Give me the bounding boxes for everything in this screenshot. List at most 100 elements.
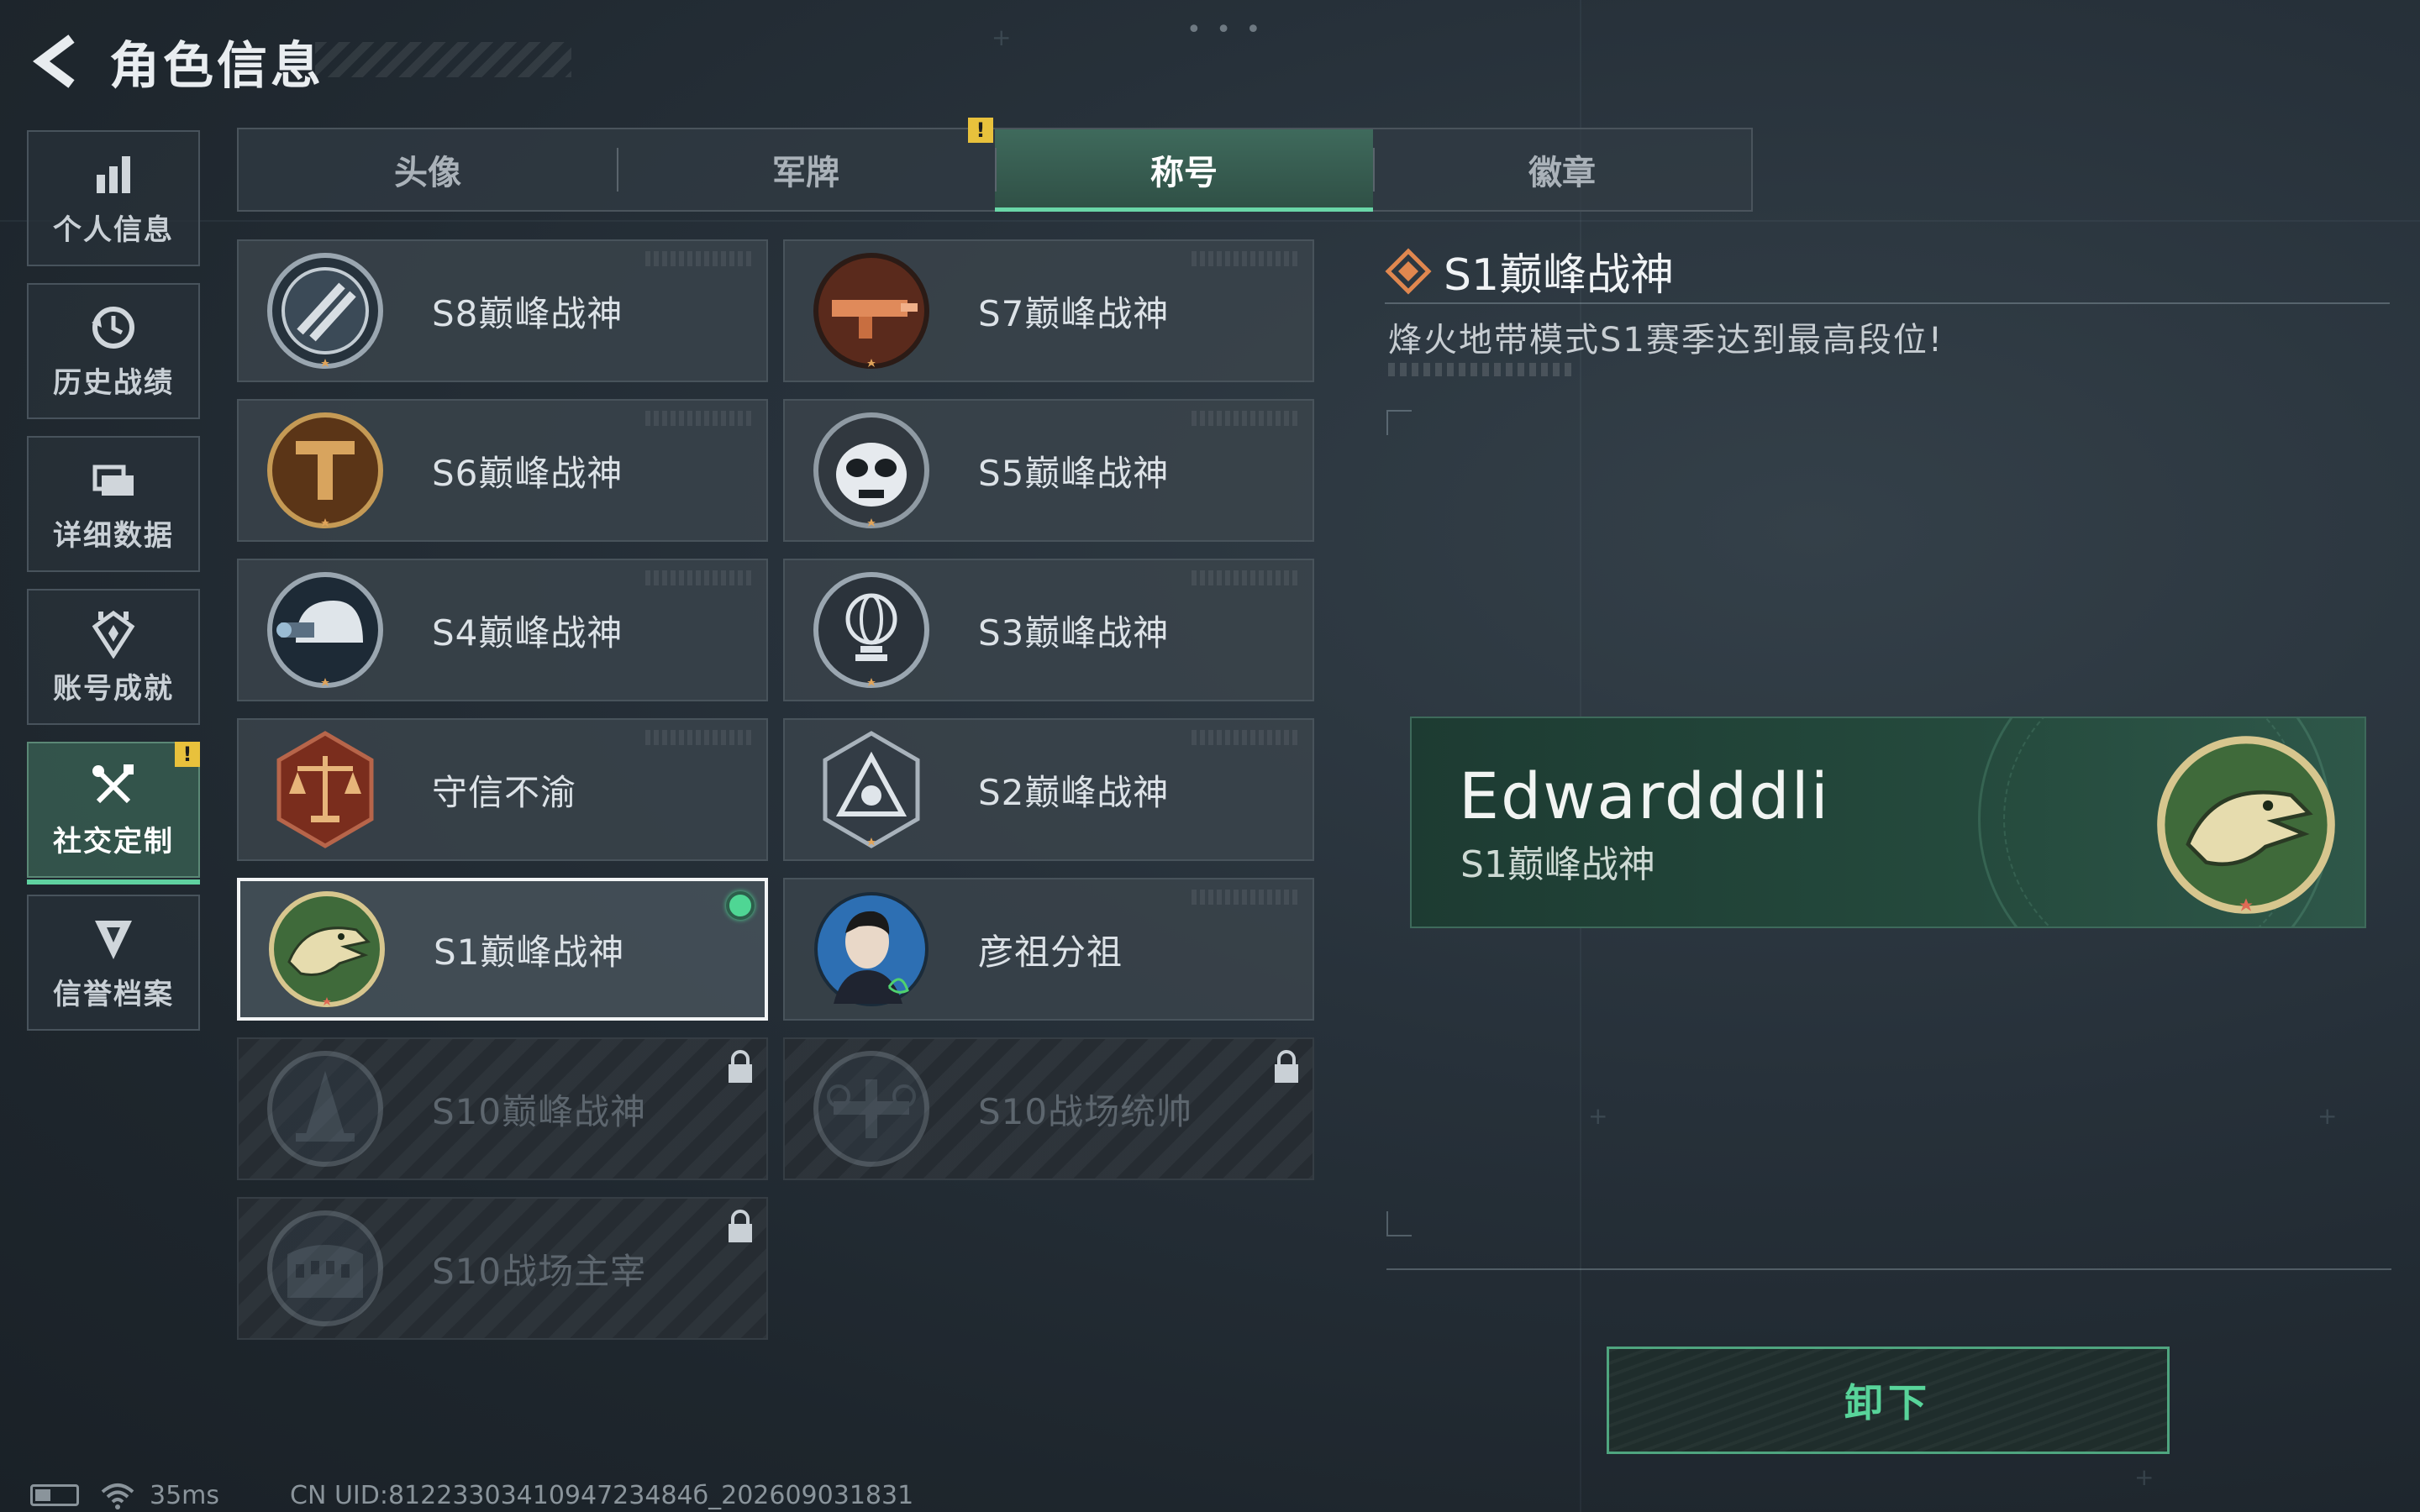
- title-label: S7巅峰战神: [978, 292, 1170, 334]
- wrench-screwdriver-icon: [92, 764, 134, 803]
- uid-text: CN UID:8122330341094723484б_202609031831: [290, 1480, 914, 1510]
- preview-title: S1巅峰战神: [1460, 843, 1655, 886]
- header: 角色信息: [27, 24, 324, 99]
- tab-dogtag[interactable]: 军牌: [617, 129, 995, 210]
- card-micro-text: [645, 730, 755, 745]
- tower-emblem-icon: [267, 1051, 383, 1167]
- title-tabs: 头像 军牌 称号 徽章: [237, 128, 1753, 212]
- gun-emblem-icon: [813, 253, 929, 369]
- title-label: S5巅峰战神: [978, 452, 1170, 494]
- nav-item-achievements[interactable]: 账号成就: [27, 589, 200, 725]
- divider: [1386, 1268, 2391, 1270]
- nav-item-credit-record[interactable]: 信誉档案: [27, 895, 200, 1031]
- title-card[interactable]: S5巅峰战神: [783, 399, 1314, 542]
- card-micro-text: [645, 411, 755, 426]
- status-bar: 35ms CN UID:8122330341094723484б_2026090…: [30, 1480, 913, 1510]
- nav-label: 个人信息: [53, 213, 174, 247]
- card-micro-text: [1192, 890, 1301, 905]
- nav-label: 历史战绩: [53, 365, 174, 400]
- title-label: S4巅峰战神: [432, 612, 623, 654]
- nav-label: 社交定制: [53, 824, 174, 858]
- unequip-button[interactable]: 卸下: [1607, 1347, 2170, 1454]
- title-label: 彦祖分祖: [978, 931, 1123, 973]
- card-micro-text: [645, 570, 755, 585]
- preview-player-name: Edwardddli: [1459, 759, 1830, 833]
- hud-crosshair: +: [1588, 1102, 1608, 1130]
- title-card[interactable]: S3巅峰战神: [783, 559, 1314, 701]
- title-hatch-decor: [315, 42, 571, 77]
- skull-mask-emblem-icon: [813, 412, 929, 528]
- title-label: S10战场统帅: [978, 1090, 1193, 1132]
- globe-trophy-emblem-icon: [813, 572, 929, 688]
- page-title: 角色信息: [109, 36, 324, 96]
- hud-crosshair: +: [992, 24, 1012, 51]
- lock-icon: [729, 1050, 752, 1083]
- card-micro-text: [1192, 730, 1301, 745]
- lock-icon: [729, 1210, 752, 1242]
- colosseum-emblem-icon: [267, 1210, 383, 1326]
- title-card-locked[interactable]: S10战场主宰: [237, 1197, 768, 1340]
- title-card[interactable]: S4巅峰战神: [237, 559, 768, 701]
- title-preview-banner: Edwardddli S1巅峰战神: [1410, 717, 2366, 928]
- title-label: S1巅峰战神: [434, 931, 625, 973]
- battery-icon: [30, 1484, 79, 1506]
- title-card[interactable]: S8巅峰战神: [237, 239, 768, 382]
- more-dots-icon[interactable]: • • •: [1186, 15, 1264, 45]
- title-card-locked[interactable]: S10战场统帅: [783, 1037, 1314, 1180]
- title-card[interactable]: 彦祖分祖: [783, 878, 1314, 1021]
- striped-shield-emblem-icon: [267, 253, 383, 369]
- nav-label: 详细数据: [53, 518, 174, 553]
- equipped-indicator: [726, 891, 755, 920]
- title-card[interactable]: 守信不渝: [237, 718, 768, 861]
- tab-alert-badge: !: [968, 118, 993, 143]
- hud-crosshair: +: [2317, 1102, 2338, 1130]
- title-label: S2巅峰战神: [978, 771, 1170, 813]
- bronze-t-emblem-icon: [267, 412, 383, 528]
- diamond-rank-icon: [1385, 247, 1432, 295]
- triangle-r-emblem-icon: [823, 731, 920, 848]
- bg-grid-line: [0, 220, 2420, 222]
- title-card[interactable]: S7巅峰战神: [783, 239, 1314, 382]
- tab-avatar[interactable]: 头像: [239, 129, 617, 210]
- bar-chart-icon: [97, 155, 130, 193]
- nav-item-detail-data[interactable]: 详细数据: [27, 436, 200, 572]
- nav-item-social-custom[interactable]: 社交定制 !: [27, 742, 200, 885]
- hud-crosshair: +: [2134, 1463, 2154, 1491]
- tab-badge[interactable]: 徽章: [1373, 129, 1751, 210]
- nav-item-history[interactable]: 历史战绩: [27, 283, 200, 419]
- title-label: S10战场主宰: [432, 1250, 647, 1292]
- frame-corner: [1386, 1211, 1412, 1236]
- folder-icon: [92, 465, 134, 496]
- title-label: S8巅峰战神: [432, 292, 623, 334]
- lock-icon: [1275, 1050, 1298, 1083]
- title-label: S6巅峰战神: [432, 452, 623, 494]
- detail-date-decor: [1388, 363, 1575, 376]
- title-card-selected[interactable]: S1巅峰战神: [237, 878, 768, 1021]
- title-card-locked[interactable]: S10巅峰战神: [237, 1037, 768, 1180]
- detail-title: S1巅峰战神: [1444, 250, 1675, 301]
- side-nav: 个人信息 历史战绩 详细数据 账号成就 社交定制 ! 信誉档案: [27, 130, 200, 1047]
- card-micro-text: [1192, 251, 1301, 266]
- title-label: 守信不渝: [432, 771, 577, 813]
- detail-header: S1巅峰战神: [1385, 239, 1674, 302]
- crocodile-emblem-icon: [2157, 736, 2335, 914]
- unequip-label: 卸下: [1844, 1380, 1932, 1425]
- tab-title[interactable]: 称号: [995, 129, 1373, 212]
- portrait-emblem-icon: [814, 892, 929, 1006]
- card-micro-text: [1192, 411, 1301, 426]
- scales-emblem-icon: [276, 731, 374, 848]
- alert-badge: !: [175, 742, 200, 767]
- nav-item-personal-info[interactable]: 个人信息: [27, 130, 200, 266]
- title-card[interactable]: S2巅峰战神: [783, 718, 1314, 861]
- title-label: S3巅峰战神: [978, 612, 1170, 654]
- crocodile-emblem-icon: [269, 891, 385, 1007]
- back-button[interactable]: [27, 28, 86, 95]
- divider: [1385, 302, 2390, 304]
- tab-label: 军牌: [772, 154, 839, 192]
- credit-shield-icon: [95, 920, 132, 959]
- aircraft-emblem-icon: [813, 1051, 929, 1167]
- title-card[interactable]: S6巅峰战神: [237, 399, 768, 542]
- ping-text: 35ms: [150, 1480, 220, 1510]
- history-clock-icon: [92, 306, 134, 349]
- nav-label: 信誉档案: [53, 977, 174, 1011]
